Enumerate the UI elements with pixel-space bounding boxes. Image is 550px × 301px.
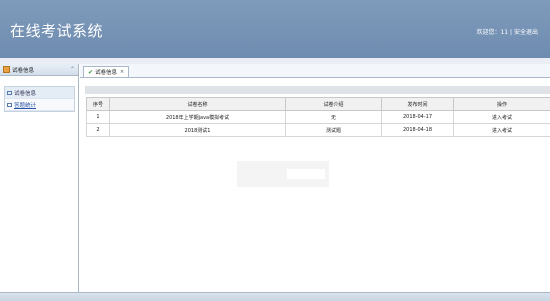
row-number: 1 (87, 111, 110, 124)
publish-date: 2018-04-18 (382, 124, 454, 137)
column-header: 序号 (87, 98, 110, 111)
user-welcome: 欢迎您：11 | 安全退出 (476, 27, 538, 36)
paper-name: 2018年上学期java模拟考试 (110, 111, 286, 124)
table-toolbar (85, 86, 550, 94)
welcome-text: 欢迎您：11 (476, 29, 508, 36)
paper-table: 序号 试卷名称 试卷介绍 发布时间 操作 1 2018年上学期java模拟考试 … (86, 97, 550, 137)
tab-bar: ✔ 试卷信息 × (80, 64, 550, 78)
paper-intro: 无 (286, 111, 382, 124)
sidebar-item-answer-stats[interactable]: 答题统计 (5, 99, 74, 111)
sidebar-menu: 试卷信息 答题统计 (4, 86, 75, 112)
list-icon (7, 91, 12, 95)
check-icon: ✔ (88, 69, 93, 76)
column-header: 操作 (454, 98, 550, 111)
sidebar-item-label: 答题统计 (14, 101, 36, 109)
tab-paper-info[interactable]: ✔ 试卷信息 × (83, 66, 129, 77)
row-number: 2 (87, 124, 110, 137)
table-header-row: 序号 试卷名称 试卷介绍 发布时间 操作 (87, 98, 550, 111)
paper-intro: 测试题 (286, 124, 382, 137)
column-header: 试卷名称 (110, 98, 286, 111)
tab-label: 试卷信息 (95, 68, 117, 76)
sidebar-item-paper-info[interactable]: 试卷信息 (5, 87, 74, 99)
enter-exam-link[interactable]: 进入考试 (454, 124, 550, 137)
table-row: 1 2018年上学期java模拟考试 无 2018-04-17 进入考试 (87, 111, 550, 124)
logout-link[interactable]: 安全退出 (514, 29, 538, 36)
sidebar: 试卷信息 ⌃ 试卷信息 答题统计 (0, 64, 79, 292)
sidebar-item-label: 试卷信息 (14, 89, 36, 97)
blank-placeholder (237, 161, 329, 187)
table-row: 2 2018测试1 测试题 2018-04-18 进入考试 (87, 124, 550, 137)
publish-date: 2018-04-17 (382, 111, 454, 124)
close-icon[interactable]: × (120, 69, 124, 75)
blank-placeholder-inner (287, 169, 325, 179)
enter-exam-link[interactable]: 进入考试 (454, 111, 550, 124)
list-icon (7, 103, 12, 107)
collapse-icon[interactable]: ⌃ (70, 66, 75, 73)
folder-icon (3, 66, 10, 73)
top-banner: 在线考试系统 欢迎您：11 | 安全退出 (0, 0, 550, 58)
sidebar-title: 试卷信息 (12, 66, 34, 74)
sidebar-header: 试卷信息 ⌃ (0, 64, 78, 76)
column-header: 试卷介绍 (286, 98, 382, 111)
column-header: 发布时间 (382, 98, 454, 111)
app-title: 在线考试系统 (10, 20, 103, 41)
paper-name: 2018测试1 (110, 124, 286, 137)
